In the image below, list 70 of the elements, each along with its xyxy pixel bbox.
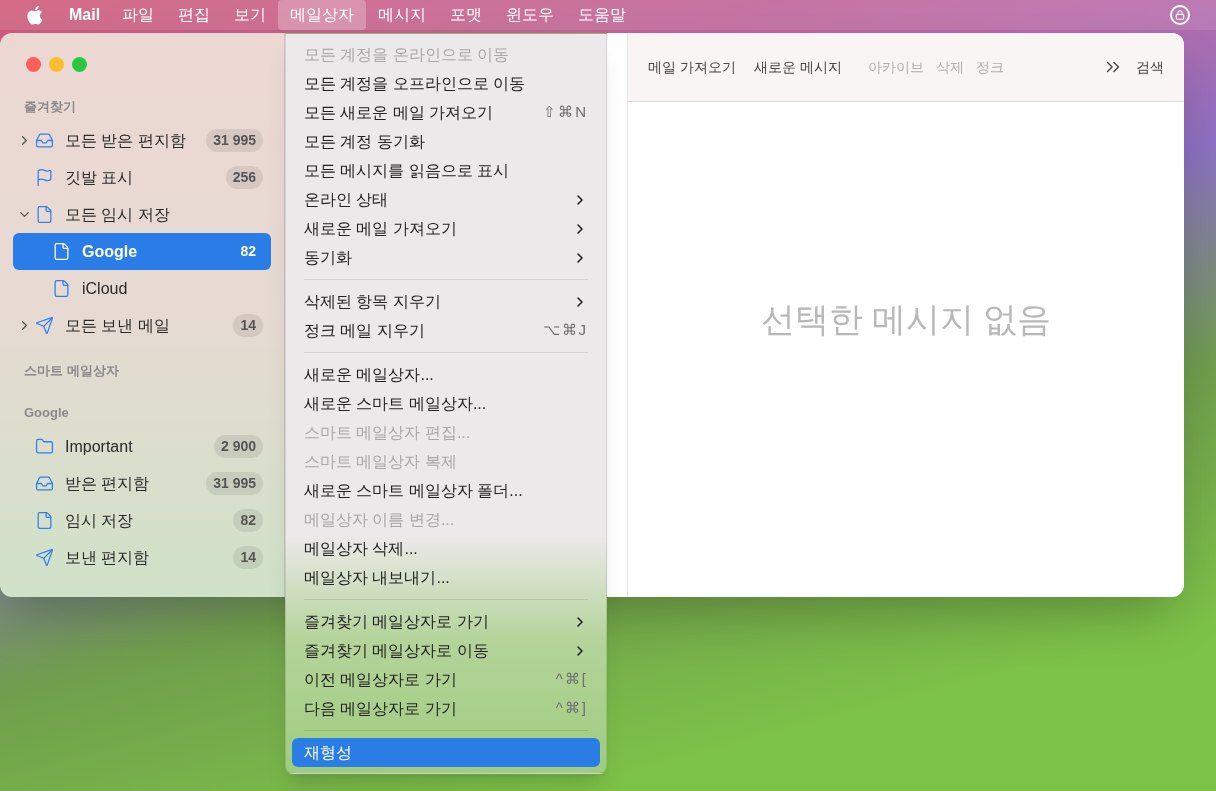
close-button[interactable] bbox=[26, 57, 41, 72]
mailbox-label: 모든 보낸 메일 bbox=[65, 315, 171, 336]
section-header: 스마트 메일상자 bbox=[23, 362, 120, 381]
sidebar-item[interactable]: Google 82 bbox=[13, 233, 271, 270]
section-header: Google bbox=[23, 404, 70, 423]
menu-item[interactable]: 메일상자 내보내기... bbox=[292, 563, 600, 592]
document-icon bbox=[52, 279, 71, 298]
menu-item[interactable]: 즐겨찾기 메일상자로 이동 bbox=[292, 636, 600, 665]
mailbox-label: 깃발 표시 bbox=[65, 167, 135, 188]
inbox-tray-icon bbox=[35, 131, 54, 150]
toolbar-button[interactable]: 메일 가져오기 bbox=[648, 56, 736, 78]
menu-item[interactable]: 다음 메일상자로 가기 ^⌘] bbox=[292, 694, 600, 723]
empty-message-text: 선택한 메시지 없음 bbox=[760, 299, 1052, 340]
unread-count: 14 bbox=[233, 314, 263, 337]
menu-item[interactable]: 모든 새로운 메일 가져오기 ⇧⌘N bbox=[292, 98, 600, 127]
document-icon bbox=[35, 205, 54, 224]
menu-item[interactable]: 모든 계정 동기화 bbox=[292, 127, 600, 156]
section-header: 즐겨찾기 bbox=[23, 98, 77, 117]
mailbox-label: 모든 받은 편지함 bbox=[65, 130, 187, 151]
toolbar-button[interactable]: 새로운 메시지 bbox=[753, 56, 842, 78]
menu-item[interactable]: 이전 메일상자로 가기 ^⌘[ bbox=[292, 665, 600, 694]
mailbox-label: Google bbox=[82, 241, 139, 262]
menu-item[interactable]: 정크 메일 지우기 ⌥⌘J bbox=[292, 316, 600, 345]
menu-item[interactable]: 모든 메시지를 읽음으로 표시 bbox=[292, 156, 600, 185]
menu-item[interactable]: 새로운 메일상자... bbox=[292, 360, 600, 389]
sidebar-item[interactable]: 임시 저장 82 bbox=[13, 502, 271, 539]
document-icon bbox=[35, 511, 54, 530]
unread-count: 31 995 bbox=[206, 472, 263, 495]
sidebar-item[interactable]: 받은 편지함 31 995 bbox=[13, 465, 271, 502]
shortcut-label: ⌥⌘J bbox=[542, 320, 588, 341]
inbox-tray-icon bbox=[35, 474, 54, 493]
folder-icon bbox=[35, 437, 54, 456]
unread-count: 82 bbox=[233, 509, 263, 532]
menu-item[interactable]: 새로운 스마트 메일상자 폴더... bbox=[292, 476, 600, 505]
menu-item[interactable]: 새로운 스마트 메일상자... bbox=[292, 389, 600, 418]
menu-item[interactable]: 즐겨찾기 메일상자로 가기 bbox=[292, 607, 600, 636]
sidebar-item[interactable]: 모든 보낸 메일 14 bbox=[13, 307, 271, 344]
mailbox-label: 보낸 편지함 bbox=[65, 547, 151, 568]
unread-count: 14 bbox=[233, 546, 263, 569]
mailbox-label: 임시 저장 bbox=[65, 510, 135, 531]
paper-plane-icon bbox=[35, 316, 54, 335]
paper-plane-icon bbox=[35, 548, 54, 567]
apple-logo-icon[interactable] bbox=[26, 5, 43, 25]
menu-item[interactable]: 온라인 상태 bbox=[292, 185, 600, 214]
menu-item[interactable]: 메일상자 삭제... bbox=[292, 534, 600, 563]
menu-item[interactable]: 삭제된 항목 지우기 bbox=[292, 287, 600, 316]
mailbox-label: iCloud bbox=[82, 278, 129, 299]
sidebar-item[interactable]: 모든 받은 편지함 31 995 bbox=[13, 122, 271, 159]
search-button[interactable]: 검색 bbox=[1136, 56, 1164, 78]
unread-count: 2 900 bbox=[213, 435, 263, 458]
shortcut-label: ⇧⌘N bbox=[543, 102, 588, 123]
mailbox-label: 받은 편지함 bbox=[65, 473, 151, 494]
unread-count: 31 995 bbox=[206, 129, 263, 152]
flag-icon bbox=[35, 168, 54, 187]
menu-item[interactable]: 재형성 bbox=[292, 738, 600, 767]
sidebar-item[interactable]: Important 2 900 bbox=[13, 428, 271, 465]
document-icon bbox=[52, 242, 71, 261]
sidebar-item[interactable]: iCloud bbox=[13, 270, 271, 307]
sidebar-item[interactable]: 모든 임시 저장 bbox=[13, 196, 271, 233]
unread-count: 82 bbox=[239, 242, 257, 261]
sidebar-item[interactable]: 보낸 편지함 14 bbox=[13, 539, 271, 576]
menu-item[interactable]: 동기화 bbox=[292, 243, 600, 272]
mailbox-label: 모든 임시 저장 bbox=[65, 204, 171, 225]
mailbox-label: Important bbox=[65, 436, 134, 457]
menu-item[interactable]: 새로운 메일 가져오기 bbox=[292, 214, 600, 243]
sidebar-item[interactable]: 깃발 표시 256 bbox=[13, 159, 271, 196]
shortcut-label: ^⌘[ bbox=[555, 669, 588, 690]
shortcut-label: ^⌘] bbox=[555, 698, 588, 719]
menu-item[interactable]: 모든 계정을 오프라인으로 이동 bbox=[292, 69, 600, 98]
unread-count: 256 bbox=[225, 166, 263, 189]
